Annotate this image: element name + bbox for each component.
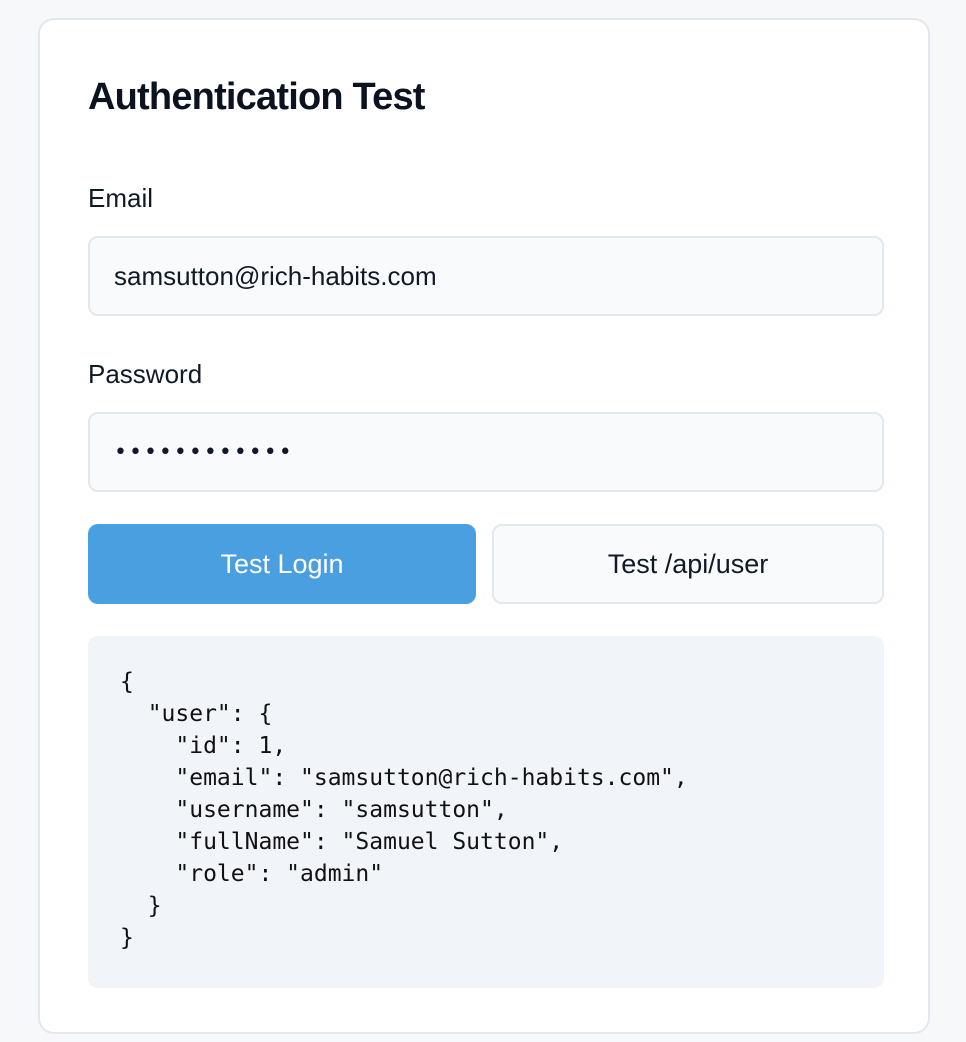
password-label: Password	[88, 359, 203, 389]
page-title: Authentication Test	[88, 76, 425, 118]
test-api-user-button[interactable]: Test /api/user	[492, 524, 884, 604]
auth-test-card: Authentication Test Email Password Test …	[38, 18, 930, 1034]
email-label: Email	[88, 183, 154, 213]
password-input[interactable]	[88, 412, 884, 492]
test-login-button[interactable]: Test Login	[88, 524, 476, 604]
email-input[interactable]	[88, 236, 884, 316]
response-output: { "user": { "id": 1, "email": "samsutton…	[88, 636, 884, 988]
